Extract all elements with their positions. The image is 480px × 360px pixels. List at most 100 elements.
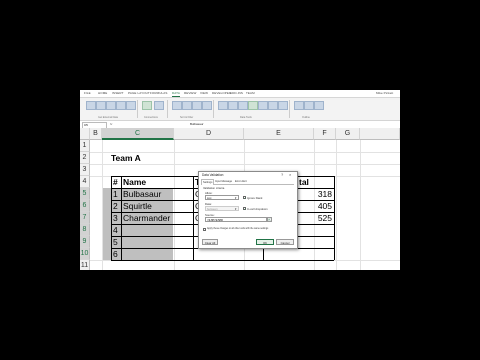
connections-button[interactable] (154, 101, 164, 110)
data-select[interactable]: between ▼ (205, 206, 239, 211)
apply-all-checkbox[interactable] (203, 228, 206, 231)
apply-all-label: Apply these changes to all other cells w… (207, 228, 269, 230)
header-name[interactable]: Name (122, 176, 182, 188)
consolidate-button[interactable] (258, 101, 268, 110)
cell-num[interactable]: 3 (112, 212, 121, 224)
gridline (336, 140, 337, 270)
chevron-down-icon: ▼ (234, 197, 237, 200)
group-label-external: Get External Data (98, 116, 118, 119)
row-header-6[interactable]: 6 (80, 200, 90, 212)
fx-icon[interactable]: fx (110, 122, 112, 126)
sort-button[interactable] (182, 101, 192, 110)
row-header-1[interactable]: 1 (80, 140, 90, 152)
data-validation-button[interactable] (248, 101, 258, 110)
ribbon-divider (137, 100, 138, 118)
excel-window: FILE HOME INSERT PAGE LAYOUT FORMULAS DA… (80, 90, 400, 270)
column-header-g[interactable]: G (336, 128, 360, 140)
chevron-down-icon: ▼ (234, 208, 237, 211)
table-border (111, 259, 334, 260)
column-header-e[interactable]: E (244, 128, 314, 140)
row-header-3[interactable]: 3 (80, 164, 90, 176)
user-name[interactable]: Mike Pickett (376, 90, 393, 97)
group-label-tools: Data Tools (240, 116, 252, 119)
tab-page-layout[interactable]: PAGE LAYOUT (128, 90, 150, 97)
group-button[interactable] (294, 101, 304, 110)
data-validation-dialog: Data Validation ? × Settings Input Messa… (198, 171, 298, 249)
tab-developer[interactable]: DEVELOPER (212, 90, 231, 97)
header-num[interactable]: # (112, 176, 121, 188)
cell-num[interactable]: 2 (112, 200, 121, 212)
advanced-filter-button[interactable] (202, 101, 212, 110)
clear-all-button[interactable]: Clear All (202, 239, 218, 245)
gridline (90, 164, 400, 165)
in-cell-dropdown-checkbox[interactable]: ✓ (243, 207, 247, 211)
flash-fill-button[interactable] (228, 101, 238, 110)
cell-name[interactable]: Bulbasaur (122, 188, 192, 200)
close-icon[interactable]: × (289, 172, 291, 177)
select-all-corner[interactable] (80, 128, 90, 140)
ok-button[interactable]: OK (256, 239, 274, 245)
tab-add-ins[interactable]: ADD-INS (230, 90, 243, 97)
relationships-button[interactable] (278, 101, 288, 110)
row-header-7[interactable]: 7 (80, 212, 90, 224)
row-header-8[interactable]: 8 (80, 224, 90, 236)
ribbon-tabs: FILE HOME INSERT PAGE LAYOUT FORMULAS DA… (80, 90, 400, 98)
from-access-button[interactable] (86, 101, 96, 110)
row-header-4[interactable]: 4 (80, 176, 90, 188)
tab-team[interactable]: TEAM (246, 90, 255, 97)
row-header-10[interactable]: 10 (80, 248, 90, 260)
source-input[interactable]: =$J$5:$J$80 (205, 217, 267, 222)
refresh-all-button[interactable] (142, 101, 152, 110)
tab-home[interactable]: HOME (98, 90, 107, 97)
row-header-9[interactable]: 9 (80, 236, 90, 248)
cell-num[interactable]: 1 (112, 188, 121, 200)
ribbon-divider (289, 100, 290, 118)
allow-select[interactable]: List ▼ (205, 195, 239, 200)
tab-input-message[interactable]: Input Message (214, 179, 233, 184)
subtotal-button[interactable] (314, 101, 324, 110)
column-header-d[interactable]: D (174, 128, 244, 140)
tab-insert[interactable]: INSERT (112, 90, 124, 97)
column-header-f[interactable]: F (314, 128, 336, 140)
cell-num[interactable]: 5 (112, 236, 121, 248)
tab-view[interactable]: VIEW (200, 90, 208, 97)
tab-data[interactable]: DATA (172, 90, 180, 97)
row-header-11[interactable]: 11 (80, 260, 90, 270)
text-to-columns-button[interactable] (218, 101, 228, 110)
cell-name[interactable]: Squirtle (122, 200, 192, 212)
sort-asc-button[interactable] (172, 101, 182, 110)
tab-file[interactable]: FILE (84, 90, 91, 97)
cancel-button[interactable]: Cancel (276, 239, 294, 245)
from-text-button[interactable] (106, 101, 116, 110)
tab-review[interactable]: REVIEW (184, 90, 196, 97)
formula-input[interactable]: Bulbasaur (190, 122, 204, 126)
cell-num[interactable]: 4 (112, 224, 121, 236)
tab-error-alert[interactable]: Error Alert (234, 179, 248, 184)
column-header-c[interactable]: C (102, 128, 174, 140)
what-if-button[interactable] (268, 101, 278, 110)
filter-button[interactable] (192, 101, 202, 110)
cell-total[interactable]: 405 (300, 200, 334, 212)
column-header-b[interactable]: B (90, 128, 102, 140)
cell-name[interactable]: Charmander (122, 212, 192, 224)
row-header-2[interactable]: 2 (80, 152, 90, 164)
tab-settings[interactable]: Settings (201, 179, 215, 185)
row-header-5[interactable]: 5 (80, 188, 90, 200)
group-label-outline: Outline (302, 116, 310, 119)
ungroup-button[interactable] (304, 101, 314, 110)
team-title[interactable]: Team A (110, 152, 170, 164)
existing-connections-button[interactable] (126, 101, 136, 110)
remove-duplicates-button[interactable] (238, 101, 248, 110)
column-header-blank (360, 128, 400, 140)
other-sources-button[interactable] (116, 101, 126, 110)
cell-total[interactable]: 318 (300, 188, 334, 200)
header-total[interactable]: tal (298, 176, 318, 188)
cell-total[interactable]: 525 (300, 212, 334, 224)
help-icon[interactable]: ? (281, 172, 283, 177)
range-picker-icon[interactable]: ⇱ (267, 217, 272, 222)
tab-formulas[interactable]: FORMULAS (150, 90, 167, 97)
ignore-blank-checkbox[interactable]: ✓ (243, 196, 247, 200)
cell-num[interactable]: 6 (112, 248, 121, 260)
table-border (334, 176, 335, 260)
from-web-button[interactable] (96, 101, 106, 110)
